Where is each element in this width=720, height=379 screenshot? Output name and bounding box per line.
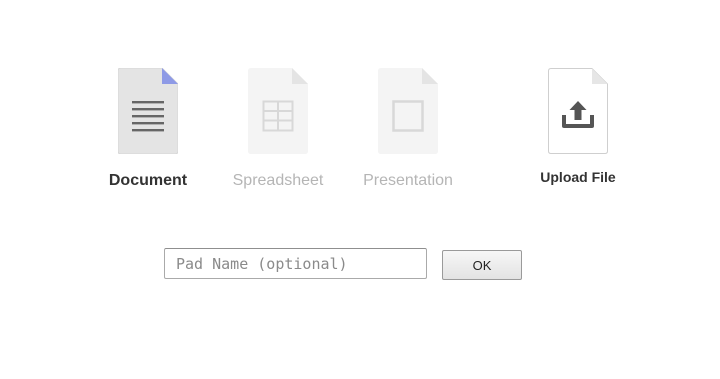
new-pad-dialog: Document Spreadsheet Presentation Upload… [0,0,720,379]
pad-type-document-label: Document [108,172,188,189]
upload-icon [548,68,608,154]
ok-button[interactable]: OK [442,250,522,280]
presentation-square-icon [378,68,438,154]
pad-type-presentation[interactable]: Presentation [348,68,468,191]
upload-file-label: Upload File [540,169,616,185]
pad-name-input[interactable] [164,248,427,279]
pad-type-presentation-label: Presentation [363,172,453,189]
pad-type-document[interactable]: Document [88,68,208,191]
spreadsheet-grid-icon [248,68,308,154]
pad-type-spreadsheet[interactable]: Spreadsheet [218,68,338,191]
upload-file-button[interactable]: Upload File [518,68,638,186]
document-lines-icon [118,68,178,154]
pad-type-spreadsheet-label: Spreadsheet [232,172,324,189]
